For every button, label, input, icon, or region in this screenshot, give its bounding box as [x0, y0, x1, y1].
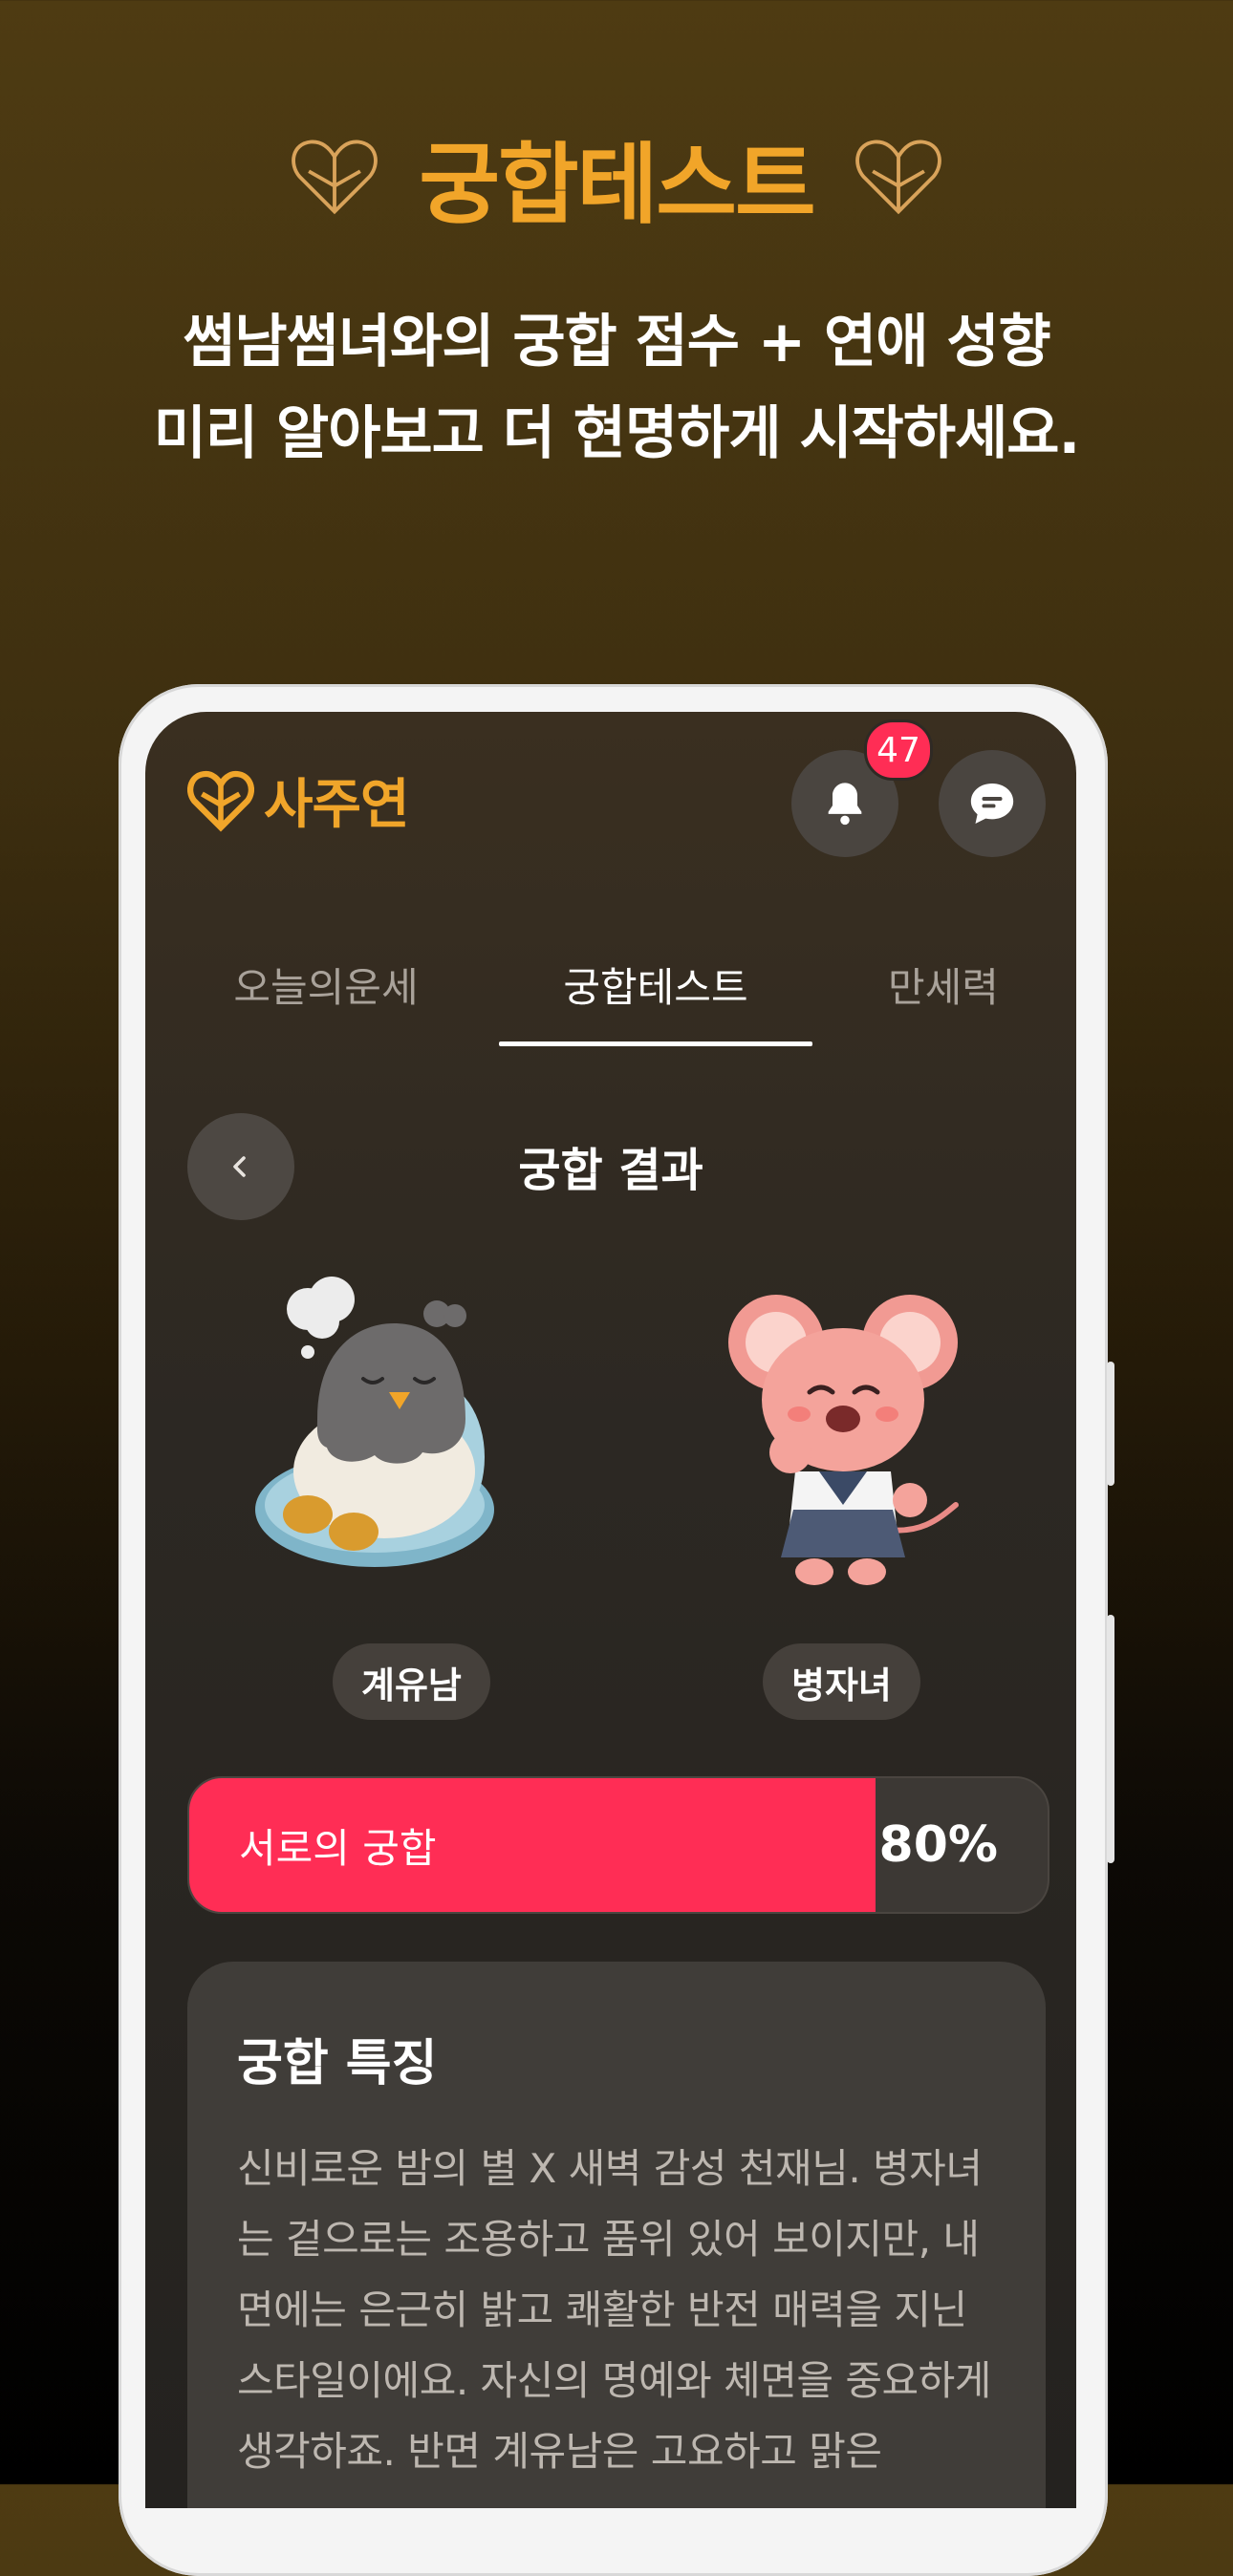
phone-side-button — [1107, 1615, 1114, 1863]
active-tab-indicator — [499, 1041, 812, 1046]
chat-button[interactable] — [939, 750, 1046, 857]
tab-bar: 오늘의운세 궁합테스트 만세력 — [145, 941, 1076, 1037]
tab-compatibility[interactable]: 궁합테스트 — [499, 941, 812, 1027]
features-title: 궁합 특징 — [237, 2035, 438, 2093]
heart-icon — [292, 140, 379, 215]
tab-today-fortune[interactable]: 오늘의운세 — [187, 941, 465, 1027]
promo-title-text: 궁합테스트 — [419, 133, 815, 236]
bell-icon — [828, 783, 862, 826]
promo-title: 궁합테스트 — [0, 124, 1233, 236]
notification-badge: 47 — [864, 719, 933, 781]
score-label: 서로의 궁합 — [239, 1824, 437, 1872]
app-screen: 사주연 47 오늘의운세 궁합테스트 만세력 궁합 결과 계유남 병자녀 서로의… — [145, 712, 1076, 2508]
result-title: 궁합 결과 — [518, 1144, 703, 1197]
phone-side-button — [1107, 1362, 1114, 1486]
score-value: 80% — [878, 1816, 998, 1874]
mouse-character-icon — [728, 1295, 959, 1585]
heart-icon — [854, 140, 941, 215]
compatibility-score-bar: 서로의 궁합 80% — [187, 1776, 1049, 1914]
tab-calendar[interactable]: 만세력 — [853, 941, 1034, 1027]
promo-subtitle-line1: 썸남썸녀와의 궁합 점수 + 연애 성향 — [183, 309, 1051, 376]
logo-heart-icon — [187, 770, 254, 831]
person-right-name: 병자녀 — [763, 1643, 920, 1720]
compatibility-features-card: 궁합 특징 신비로운 밤의 별 X 새벽 감성 천재님. 병자녀는 겉으로는 조… — [187, 1962, 1046, 2508]
promo-subtitle: 썸남썸녀와의 궁합 점수 + 연애 성향 미리 알아보고 더 현명하게 시작하세… — [0, 296, 1233, 480]
app-header: 사주연 47 — [145, 712, 1076, 884]
chat-bubble-icon — [970, 784, 1014, 824]
rooster-character-icon — [255, 1277, 494, 1567]
promo-subtitle-line2: 미리 알아보고 더 현명하게 시작하세요. — [153, 400, 1081, 467]
person-left-name: 계유남 — [333, 1643, 490, 1720]
app-logo[interactable]: 사주연 — [187, 762, 410, 839]
features-body: 신비로운 밤의 별 X 새벽 감성 천재님. 병자녀는 겉으로는 조용하고 품위… — [237, 2145, 991, 2475]
app-brand-name: 사주연 — [264, 774, 410, 836]
